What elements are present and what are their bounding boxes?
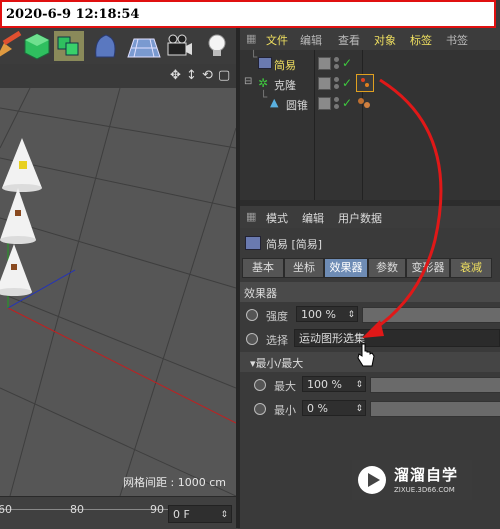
section-title: 效果器: [244, 287, 277, 300]
visibility-icon[interactable]: [334, 57, 339, 62]
selection-label: 选择: [266, 334, 288, 347]
tab-falloff[interactable]: 衰减: [450, 258, 492, 278]
menu-edit[interactable]: 编辑: [302, 210, 324, 226]
cloner-tool-icon[interactable]: [54, 31, 84, 61]
layer-icon[interactable]: [318, 57, 331, 70]
timeline-tick: 90: [150, 503, 164, 516]
timestamp-banner: 2020-6-9 12:18:54: [0, 0, 496, 28]
viewport-scene: [0, 88, 236, 496]
watermark-title: 溜溜自学: [394, 466, 459, 484]
cone-clone-3: [0, 244, 32, 296]
menu-view[interactable]: 查看: [338, 32, 360, 48]
cone-icon: ▲: [270, 96, 279, 109]
rotate-view-icon[interactable]: ⟲: [202, 68, 213, 83]
object-name: 简易: [274, 59, 296, 72]
grid-spacing-label: 网格间距 : 1000 cm: [123, 476, 226, 489]
cone-clone-2: [0, 188, 36, 244]
menu-mode[interactable]: 模式: [266, 210, 288, 226]
visibility-icon[interactable]: [334, 97, 339, 102]
timeline[interactable]: 60 80 90 0 F ⇕: [0, 496, 238, 529]
section-title: ▾最小/最大: [250, 357, 304, 370]
tab-basic[interactable]: 基本: [242, 258, 284, 278]
cube-tool-icon[interactable]: [22, 31, 52, 61]
max-value: 100 %: [307, 378, 342, 391]
zoom-view-icon[interactable]: ↕: [186, 68, 197, 83]
max-label: 最大: [274, 380, 296, 393]
menu-objects[interactable]: 对象: [374, 32, 396, 48]
min-value: 0 %: [307, 402, 328, 415]
watermark-logo-icon: [358, 466, 386, 494]
grip-icon[interactable]: ▦: [246, 210, 256, 223]
menu-edit[interactable]: 编辑: [300, 32, 322, 48]
strength-animate-radio[interactable]: [246, 309, 258, 321]
watermark-url: ZIXUE.3D66.COM: [394, 486, 455, 494]
render-visibility-icon[interactable]: [334, 64, 339, 69]
move-view-icon[interactable]: ✥: [170, 68, 181, 83]
annotation-arrow: [362, 78, 443, 338]
cloner-icon: ✲: [258, 76, 269, 90]
spinner-icon[interactable]: ⇕: [355, 377, 363, 393]
layer-icon[interactable]: [318, 77, 331, 90]
min-slider[interactable]: [370, 401, 500, 417]
max-field[interactable]: 100 % ⇕: [302, 376, 366, 392]
strength-label: 强度: [266, 310, 288, 323]
object-name: 克隆: [274, 79, 296, 92]
visibility-icon[interactable]: [334, 77, 339, 82]
tab-coordinates[interactable]: 坐标: [284, 258, 324, 278]
pencil-tool-icon[interactable]: [0, 30, 24, 61]
max-animate-radio[interactable]: [254, 379, 266, 391]
current-frame-field[interactable]: 0 F ⇕: [168, 505, 232, 523]
camera-tool-icon[interactable]: [164, 31, 194, 61]
grip-icon[interactable]: ▦: [246, 32, 256, 45]
viewport-header: ✥ ↕ ⟲ ▢: [0, 64, 238, 89]
selection-animate-radio[interactable]: [246, 333, 258, 345]
menu-tags[interactable]: 标签: [410, 32, 432, 48]
min-field[interactable]: 0 % ⇕: [302, 400, 366, 416]
watermark: 溜溜自学 ZIXUE.3D66.COM: [352, 460, 472, 500]
cone-clone-1: [2, 138, 42, 192]
hand-cursor-icon: [357, 343, 375, 367]
main-toolbar: [0, 28, 238, 65]
floor-tool-icon[interactable]: [126, 31, 162, 61]
min-animate-radio[interactable]: [254, 403, 266, 415]
render-visibility-icon[interactable]: [334, 84, 339, 89]
3d-viewport[interactable]: 网格间距 : 1000 cm: [0, 88, 236, 496]
current-frame-value: 0 F: [173, 508, 190, 521]
deformer-tool-icon[interactable]: [90, 31, 120, 61]
object-manager-menu: ▦ 文件 编辑 查看 对象 标签 书签: [240, 28, 500, 51]
effector-icon: [258, 57, 272, 69]
effector-icon: [245, 236, 261, 250]
object-title: 简易 [简易]: [266, 238, 323, 251]
light-tool-icon[interactable]: [202, 31, 232, 61]
min-label: 最小: [274, 404, 296, 417]
timeline-tick: 60: [0, 503, 12, 516]
max-slider[interactable]: [370, 377, 500, 393]
timeline-tick: 80: [70, 503, 84, 516]
menu-file[interactable]: 文件: [266, 32, 288, 48]
enabled-check-icon[interactable]: ✓: [342, 56, 352, 70]
layer-icon[interactable]: [318, 97, 331, 110]
render-visibility-icon[interactable]: [334, 104, 339, 109]
maximize-view-icon[interactable]: ▢: [218, 68, 230, 83]
strength-value: 100 %: [301, 308, 336, 321]
menu-bookmarks[interactable]: 书签: [446, 32, 468, 48]
spinner-icon[interactable]: ⇕: [355, 401, 363, 417]
expand-icon[interactable]: ⊟: [244, 76, 252, 87]
timestamp-text: 2020-6-9 12:18:54: [6, 7, 140, 22]
object-name: 圆锥: [286, 99, 308, 112]
spinner-icon[interactable]: ⇕: [220, 506, 228, 524]
